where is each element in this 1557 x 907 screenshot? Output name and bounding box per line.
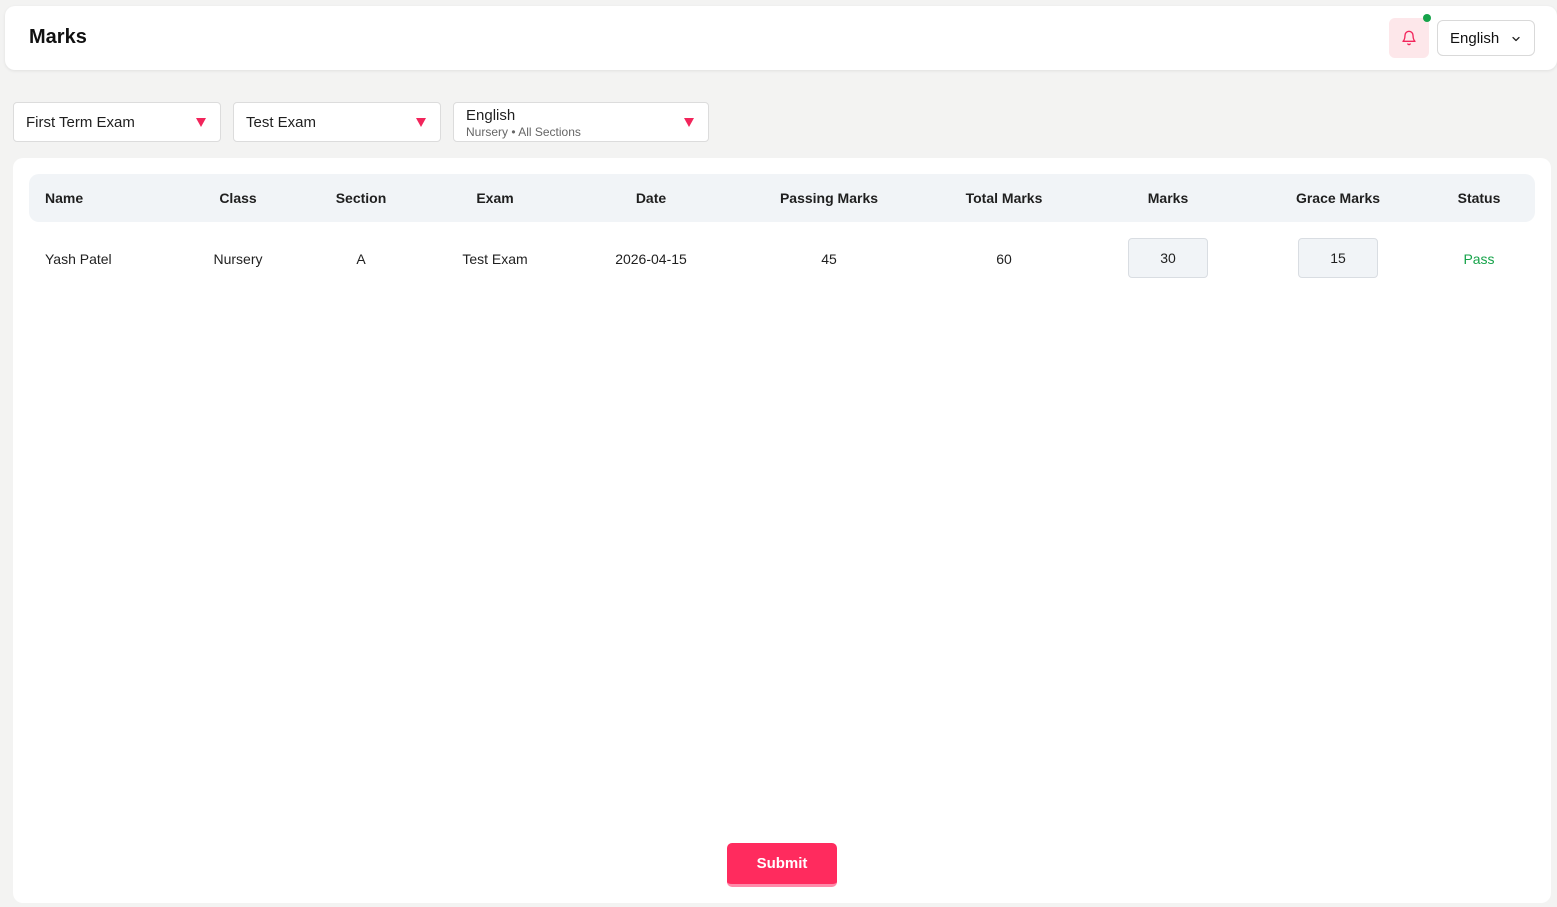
column-header-passing-marks: Passing Marks — [779, 190, 879, 206]
column-header-grace-marks: Grace Marks — [1295, 190, 1381, 206]
subject-select[interactable]: English Nursery • All Sections — [453, 102, 709, 142]
status-badge: Pass — [1463, 251, 1495, 267]
cell-passing-marks: 45 — [821, 251, 837, 267]
caret-down-icon — [684, 118, 694, 127]
cell-date: 2026-04-15 — [615, 251, 687, 267]
table-header: Name Class Section Exam Date Passing Mar… — [29, 174, 1535, 222]
notification-button[interactable] — [1389, 14, 1431, 58]
language-select[interactable]: English — [1437, 20, 1535, 56]
language-select-value: English — [1450, 29, 1500, 47]
marks-panel: Name Class Section Exam Date Passing Mar… — [13, 158, 1551, 903]
column-header-name: Name — [45, 190, 84, 206]
column-header-section: Section — [335, 190, 387, 206]
bell-icon — [1402, 30, 1416, 46]
top-bar: Marks English — [5, 6, 1557, 70]
column-header-date: Date — [635, 190, 667, 206]
notification-indicator — [1423, 14, 1431, 22]
grace-marks-input[interactable] — [1298, 238, 1378, 278]
marks-input[interactable] — [1128, 238, 1208, 278]
chevron-down-icon — [1512, 36, 1520, 42]
column-header-marks: Marks — [1147, 190, 1189, 206]
subject-select-subtitle: Nursery • All Sections — [466, 125, 581, 139]
cell-total-marks: 60 — [996, 251, 1012, 267]
cell-section: A — [356, 251, 366, 267]
caret-down-icon — [416, 118, 426, 127]
cell-name: Yash Patel — [45, 251, 112, 267]
term-select-value: First Term Exam — [26, 114, 135, 131]
cell-class: Nursery — [213, 251, 263, 267]
caret-down-icon — [196, 118, 206, 127]
exam-select-value: Test Exam — [246, 114, 317, 131]
term-select[interactable]: First Term Exam — [13, 102, 221, 142]
submit-button[interactable]: Submit — [727, 843, 837, 887]
column-header-exam: Exam — [476, 190, 514, 206]
column-header-status: Status — [1457, 190, 1501, 206]
cell-exam: Test Exam — [462, 251, 528, 267]
subject-select-value: English — [466, 107, 516, 124]
column-header-class: Class — [219, 190, 257, 206]
exam-select[interactable]: Test Exam — [233, 102, 441, 142]
page-title: Marks — [29, 26, 87, 48]
column-header-total-marks: Total Marks — [965, 190, 1043, 206]
